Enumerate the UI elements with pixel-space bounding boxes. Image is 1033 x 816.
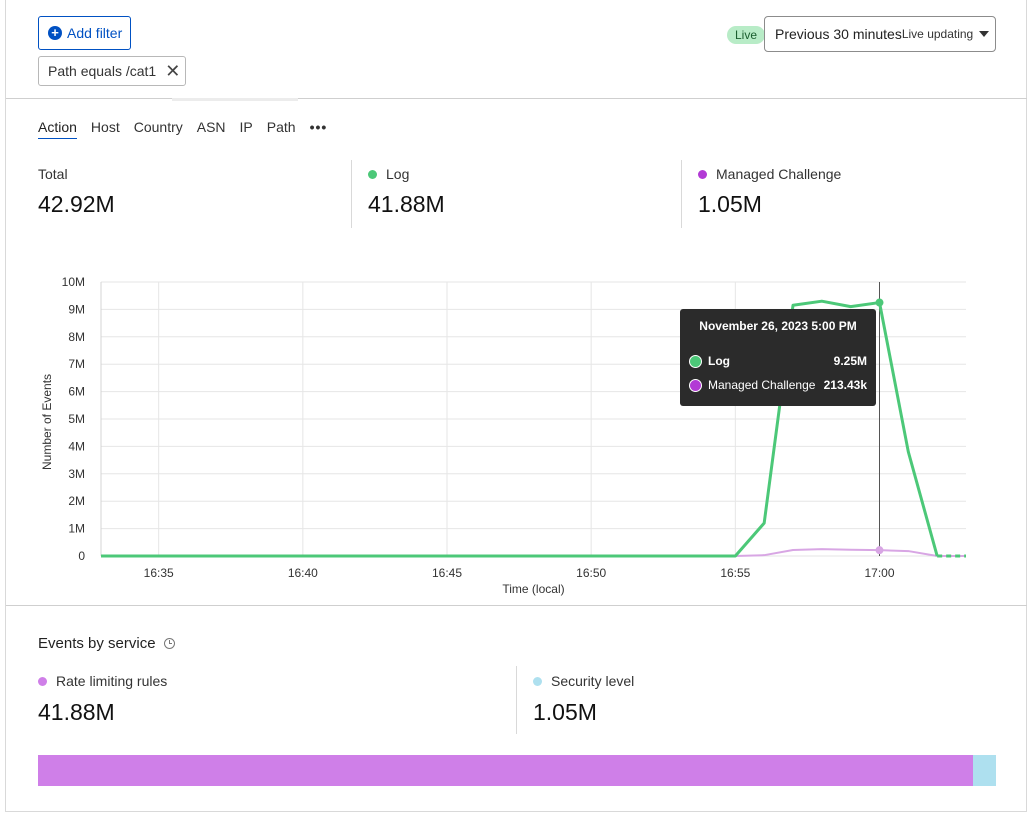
- tab-action[interactable]: Action: [38, 119, 77, 139]
- stat-log: Log 41.88M: [368, 166, 445, 218]
- divider: [351, 160, 352, 228]
- tab-country[interactable]: Country: [134, 119, 183, 139]
- service-bar-segment[interactable]: [38, 755, 973, 786]
- divider: [6, 605, 1027, 606]
- tooltip-series-name: Managed Challenge: [708, 378, 816, 392]
- service-label: Rate limiting rules: [56, 673, 168, 689]
- service-label: Security level: [551, 673, 635, 689]
- service-bar-segment[interactable]: [972, 755, 996, 786]
- rate-limiting-dot-icon: [38, 676, 47, 686]
- stat-label: Log: [386, 166, 410, 182]
- tab-host[interactable]: Host: [91, 119, 120, 139]
- log-dot-icon: [368, 169, 377, 179]
- time-range-selected: Previous 30 minutes: [775, 26, 902, 42]
- service-value: 1.05M: [533, 699, 597, 725]
- tooltip-title: November 26, 2023 5:00 PM: [699, 319, 857, 333]
- stat-total: Total 42.92M: [38, 166, 115, 218]
- security-level-dot-icon: [533, 676, 542, 686]
- stat-label: Managed Challenge: [716, 166, 842, 182]
- group-by-tabs: Action Host Country ASN IP Path •••: [38, 119, 327, 139]
- tooltip-series-value: 213.43k: [823, 378, 867, 392]
- stat-managed-challenge: Managed Challenge 1.05M: [698, 166, 841, 218]
- chevron-down-icon: [979, 31, 990, 37]
- tab-path[interactable]: Path: [267, 119, 296, 139]
- more-tabs-icon[interactable]: •••: [310, 119, 328, 139]
- section-title-text: Events by service: [38, 635, 156, 652]
- tab-asn[interactable]: ASN: [197, 119, 226, 139]
- tooltip-row-log: Log 9.25M: [689, 354, 867, 368]
- log-dot-icon: [689, 354, 702, 368]
- tooltip-series-value: 9.25M: [833, 354, 867, 368]
- chart-tooltip: November 26, 2023 5:00 PM Log 9.25M Mana…: [680, 309, 876, 406]
- plus-circle-icon: +: [48, 26, 62, 40]
- stat-value: 41.88M: [368, 191, 445, 217]
- service-value: 41.88M: [38, 699, 115, 725]
- divider: [6, 98, 1027, 99]
- close-icon[interactable]: ✕: [165, 62, 180, 80]
- managed-challenge-dot-icon: [689, 378, 702, 392]
- add-filter-button[interactable]: + Add filter: [38, 16, 131, 50]
- tooltip-row-managed-challenge: Managed Challenge 213.43k: [689, 378, 867, 392]
- events-by-service-title: Events by service: [38, 635, 175, 652]
- clock-icon[interactable]: [163, 638, 175, 649]
- tab-ip[interactable]: IP: [240, 119, 253, 139]
- stat-value: 1.05M: [698, 191, 762, 217]
- divider: [516, 666, 517, 734]
- stat-value: 42.92M: [38, 191, 115, 217]
- service-share-bar: [38, 755, 996, 786]
- divider: [681, 160, 682, 228]
- divider: [172, 98, 298, 101]
- filter-chip-path[interactable]: Path equals /cat1 ✕: [38, 56, 186, 86]
- filter-chip-label: Path equals /cat1: [48, 63, 157, 79]
- service-stat-security-level: Security level 1.05M: [533, 673, 634, 726]
- service-stat-rate-limiting: Rate limiting rules 41.88M: [38, 673, 167, 726]
- tooltip-series-name: Log: [708, 354, 730, 368]
- time-range-sub-label: Live updating: [901, 27, 974, 41]
- time-range-select[interactable]: Previous 30 minutes Live updating: [764, 16, 996, 52]
- live-badge: Live: [727, 26, 766, 44]
- managed-challenge-dot-icon: [698, 169, 707, 179]
- stat-label: Total: [38, 166, 68, 182]
- add-filter-label: Add filter: [67, 25, 123, 41]
